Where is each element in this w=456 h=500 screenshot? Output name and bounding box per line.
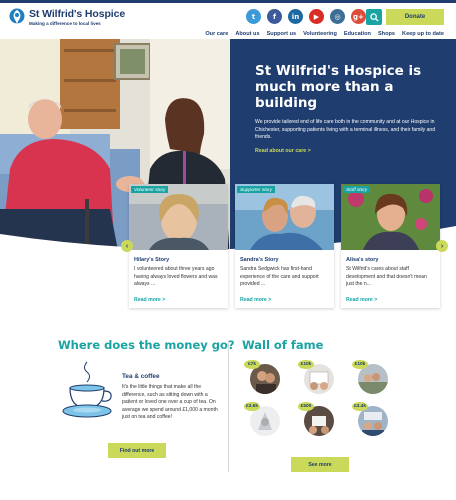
tea-coffee-text: It's the little things that make all the… [122, 384, 218, 421]
find-out-more-button[interactable]: Find out more [108, 443, 166, 458]
story-image [235, 184, 334, 250]
story-card-sandra[interactable]: Supporter story Sandra's Story Sandra Se… [235, 184, 334, 308]
story-read-more-link[interactable]: Read more > [134, 297, 165, 303]
google-plus-icon[interactable]: g+ [351, 9, 366, 24]
site-header: St Wilfrid's Hospice Making a difference… [0, 3, 456, 39]
nav-education[interactable]: Education [344, 31, 371, 37]
nav-volunteering[interactable]: Volunteering [303, 31, 337, 37]
story-card-hilary[interactable]: Volunteer story Hilary's Story I volunte… [129, 184, 228, 308]
wall-item[interactable]: £3.4k [352, 402, 388, 436]
section-divider [228, 340, 229, 472]
nav-keep-up-to-date[interactable]: Keep up to date [402, 31, 444, 37]
story-read-more-link[interactable]: Read more > [346, 297, 377, 303]
see-more-button[interactable]: See more [291, 457, 349, 472]
read-about-care-link[interactable]: Read about our care > [255, 148, 311, 154]
wall-item[interactable]: £500 [298, 402, 334, 436]
amount-badge: £500 [298, 402, 314, 411]
amount-badge: £10k [352, 360, 368, 369]
facebook-icon[interactable]: f [267, 9, 282, 24]
money-section-title: Where does the money go? [58, 338, 235, 352]
hero-text: We provide tailored end of life care bot… [255, 119, 436, 141]
logo-name: St Wilfrid's Hospice [29, 8, 126, 20]
hospice-logo-icon [9, 8, 25, 24]
wall-item[interactable]: £3.6k [244, 402, 280, 436]
nav-shops[interactable]: Shops [378, 31, 395, 37]
wall-item[interactable]: £7k [244, 360, 280, 394]
story-text: I volunteered about three years ago havi… [134, 266, 218, 288]
story-text: St Wilfrid's cares about staff developme… [346, 266, 427, 288]
twitter-icon[interactable]: t [246, 9, 261, 24]
story-text: Sandra Sedgwick has first-hand experienc… [240, 266, 319, 288]
wall-of-fame-title: Wall of fame [242, 338, 324, 352]
search-button[interactable] [366, 9, 382, 25]
amount-badge: £3.4k [352, 402, 368, 411]
story-read-more-link[interactable]: Read more > [240, 297, 271, 303]
search-icon [369, 12, 379, 22]
story-image [341, 184, 440, 250]
hero-title: St Wilfrid's Hospice is much more than a… [255, 63, 422, 111]
site-logo[interactable]: St Wilfrid's Hospice Making a difference… [9, 8, 125, 26]
main-nav: Our care About us Support us Volunteerin… [205, 31, 444, 37]
story-tag: Staff story [343, 186, 371, 193]
story-title[interactable]: Hilary's Story [134, 257, 169, 263]
story-tag: Supporter story [237, 186, 276, 193]
amount-badge: £7k [244, 360, 260, 369]
youtube-icon[interactable]: ▶ [309, 9, 324, 24]
logo-tagline: Making a difference to local lives [29, 21, 101, 26]
tea-cup-icon [62, 361, 112, 418]
chevron-right-icon: › [440, 242, 444, 250]
story-title[interactable]: Sandra's Story [240, 257, 279, 263]
social-links: t f in ▶ ◎ g+ [246, 9, 366, 24]
amount-badge: £3.6k [244, 402, 260, 411]
donate-button[interactable]: Donate [386, 9, 444, 25]
story-title[interactable]: Alisa's story [346, 257, 379, 263]
wall-item[interactable]: £10k [352, 360, 388, 394]
story-tag: Volunteer story [131, 186, 169, 193]
carousel-prev-button[interactable]: ‹ [121, 240, 133, 252]
amount-badge: £10k [298, 360, 314, 369]
story-card-alisa[interactable]: Staff story Alisa's story St Wilfrid's c… [341, 184, 440, 308]
nav-support-us[interactable]: Support us [267, 31, 297, 37]
instagram-icon[interactable]: ◎ [330, 9, 345, 24]
nav-about-us[interactable]: About us [235, 31, 259, 37]
nav-our-care[interactable]: Our care [205, 31, 228, 37]
wall-item[interactable]: £10k [298, 360, 334, 394]
carousel-next-button[interactable]: › [436, 240, 448, 252]
chevron-left-icon: ‹ [125, 242, 129, 250]
tea-coffee-title: Tea & coffee [122, 373, 160, 380]
story-image [129, 184, 228, 250]
linkedin-icon[interactable]: in [288, 9, 303, 24]
